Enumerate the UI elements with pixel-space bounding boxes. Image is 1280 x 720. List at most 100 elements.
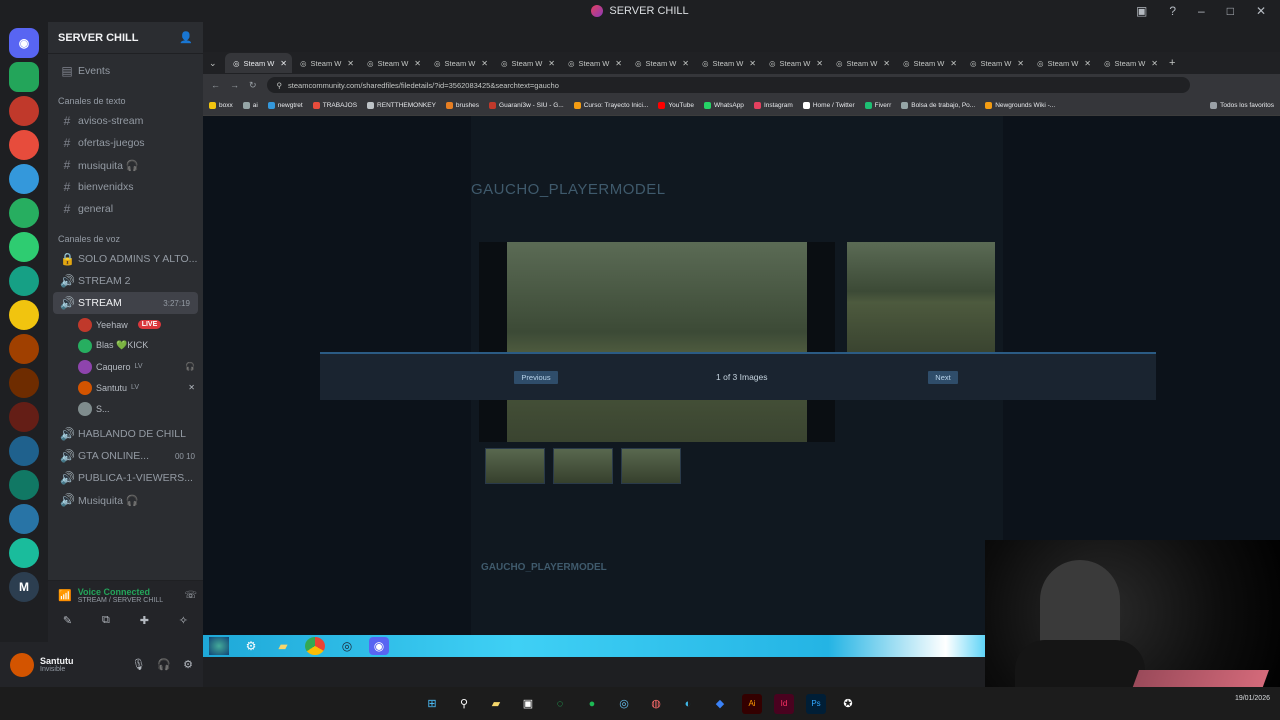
close-tab-icon[interactable]: ✕ — [816, 59, 823, 68]
search-icon[interactable]: ⚲ — [454, 694, 474, 714]
close-tab-icon[interactable]: ✕ — [347, 59, 354, 68]
spotify-icon[interactable]: ● — [582, 694, 602, 714]
voice-user[interactable]: Yeehaw LIVE — [48, 314, 203, 335]
voice-user[interactable]: Blas 💚KICK — [48, 335, 203, 356]
bookmark[interactable]: Guaraní3w - SIU - G... — [489, 102, 564, 109]
guild-icon[interactable] — [9, 232, 39, 262]
guild-icon[interactable] — [9, 266, 39, 296]
browser-tab[interactable]: ◎ Steam W ✕ — [426, 53, 493, 73]
inbox-icon[interactable]: ▣ — [1136, 4, 1147, 18]
voice-channel-active[interactable]: 🔊 STREAM 3:27:19 — [53, 292, 198, 314]
site-info-icon[interactable]: ⚲ — [277, 81, 283, 90]
browser-tab[interactable]: ◎ Steam W ✕ — [292, 53, 359, 73]
guild-icon[interactable] — [9, 436, 39, 466]
browser-tab[interactable]: ◎ Steam W ✕ — [895, 53, 962, 73]
browser-tab[interactable]: ◎ Steam W ✕ — [1029, 53, 1096, 73]
voice-user[interactable]: Caquero LV 🎧 — [48, 356, 203, 377]
terminal-icon[interactable]: ▣ — [518, 694, 538, 714]
bookmark[interactable]: Home / Twitter — [802, 102, 855, 109]
back-icon[interactable]: ← — [211, 80, 220, 90]
help-icon[interactable]: ? — [1169, 4, 1176, 18]
browser-tab[interactable]: ◎ Steam W ✕ — [359, 53, 426, 73]
bookmark[interactable]: Instagram — [753, 102, 793, 109]
illustrator-icon[interactable]: Ai — [742, 693, 762, 714]
settings-icon[interactable]: ⚙ — [183, 658, 193, 671]
close-tab-icon[interactable]: ✕ — [950, 59, 957, 68]
steam-icon[interactable]: ◎ — [614, 694, 634, 714]
text-category[interactable]: Canales de texto — [48, 82, 203, 110]
bookmark[interactable]: Fiverr — [864, 102, 891, 109]
voice-channel[interactable]: 🔊 STREAM 2 — [48, 270, 203, 292]
bookmark[interactable]: YouTube — [658, 102, 694, 109]
discord-home-icon[interactable]: ◉ — [9, 28, 39, 58]
all-bookmarks[interactable]: Todos los favoritos — [1210, 102, 1274, 109]
close-tab-icon[interactable]: ✕ — [280, 59, 287, 68]
browser-tab[interactable]: ◎ Steam W ✕ — [225, 53, 292, 73]
close-tab-icon[interactable]: ✕ — [682, 59, 689, 68]
browser-tab[interactable]: ◎ Steam W ✕ — [828, 53, 895, 73]
close-tab-icon[interactable]: ✕ — [615, 59, 622, 68]
voice-location[interactable]: STREAM / SERVER CHILL — [78, 597, 163, 604]
browser-tab[interactable]: ◎ Steam W ✕ — [560, 53, 627, 73]
bookmark[interactable]: RENTTHEMONKEY — [367, 102, 436, 109]
soundboard-icon[interactable]: ✧ — [179, 614, 188, 627]
bookmark[interactable]: Newgrounds Wiki -... — [985, 102, 1055, 109]
voice-channel[interactable]: 🔊 GTA ONLINE... 00 10 — [48, 445, 203, 467]
folder-icon[interactable]: ▰ — [273, 637, 293, 655]
forward-icon[interactable]: → — [230, 80, 239, 90]
events-item[interactable]: ▤ Events — [48, 60, 203, 82]
obs-icon[interactable]: ◍ — [646, 694, 666, 714]
new-tab-icon[interactable]: + — [1169, 57, 1175, 69]
bookmark[interactable]: brushes — [445, 102, 479, 109]
thumbnail[interactable] — [621, 448, 681, 484]
thumbnail[interactable] — [553, 448, 613, 484]
voice-category[interactable]: Canales de voz — [48, 220, 203, 248]
camera-icon[interactable]: ✎ — [63, 614, 72, 627]
previous-button[interactable]: Previous — [514, 371, 558, 384]
close-tab-icon[interactable]: ✕ — [883, 59, 890, 68]
voice-channel[interactable]: 🔒 SOLO ADMINS Y ALTO... — [48, 248, 203, 270]
bookmark[interactable]: boxx — [209, 102, 233, 109]
guild-icon[interactable] — [9, 198, 39, 228]
voice-channel[interactable]: 🔊 HABLANDO DE CHILL — [48, 423, 203, 445]
close-tab-icon[interactable]: ✕ — [548, 59, 555, 68]
browser-tab[interactable]: ◎ Steam W ✕ — [493, 53, 560, 73]
bookmark[interactable]: TRABAJOS — [312, 102, 357, 109]
edge-icon[interactable]: ◐ — [678, 694, 698, 714]
bookmark[interactable]: WhatsApp — [703, 102, 744, 109]
photoshop-icon[interactable]: Ps — [806, 693, 826, 714]
signal-icon[interactable]: 📶 — [58, 589, 72, 602]
start-orb-icon[interactable] — [209, 637, 229, 655]
guild-icon[interactable] — [9, 62, 39, 92]
minimize-button[interactable]: – — [1198, 4, 1205, 18]
text-channel[interactable]: # avisos-stream — [48, 110, 203, 132]
whatsapp-icon[interactable]: ◌ — [550, 694, 570, 714]
bookmark[interactable]: Bolsa de trabajo, Po... — [901, 102, 975, 109]
app-icon[interactable]: ◆ — [710, 694, 730, 714]
text-channel[interactable]: # musiquita 🎧 — [48, 154, 203, 176]
maximize-button[interactable]: □ — [1227, 4, 1234, 18]
tab-search-icon[interactable]: ⌄ — [209, 58, 225, 69]
voice-user[interactable]: Santutu LV ✕ — [48, 377, 203, 398]
close-tab-icon[interactable]: ✕ — [1017, 59, 1024, 68]
browser-tab[interactable]: ◎ Steam W ✕ — [962, 53, 1029, 73]
guild-icon[interactable] — [9, 300, 39, 330]
add-member-icon[interactable]: 👤 — [179, 31, 193, 44]
bookmark[interactable]: Curso: Trayecto Inici... — [573, 102, 648, 109]
headphones-icon[interactable]: 🎧 — [157, 658, 171, 671]
chrome-icon[interactable] — [305, 637, 325, 655]
browser-tab[interactable]: ◎ Steam W ✕ — [694, 53, 761, 73]
voice-channel[interactable]: 🔊 Musiquita 🎧 — [48, 489, 203, 511]
guild-icon[interactable] — [9, 96, 39, 126]
guild-icon[interactable] — [9, 130, 39, 160]
url-input[interactable]: ⚲ steamcommunity.com/sharedfiles/filedet… — [266, 77, 1190, 93]
guild-icon[interactable] — [9, 504, 39, 534]
guild-icon[interactable] — [9, 470, 39, 500]
windows-start-icon[interactable]: ⊞ — [422, 694, 442, 714]
browser-tab[interactable]: ◎ Steam W ✕ — [761, 53, 828, 73]
screen-share-icon[interactable]: ⧉ — [102, 614, 110, 627]
discord-icon[interactable]: ◉ — [369, 637, 389, 655]
guild-icon[interactable]: M — [9, 572, 39, 602]
avatar[interactable] — [10, 652, 34, 677]
browser-tab[interactable]: ◎ Steam W ✕ — [1096, 53, 1163, 73]
